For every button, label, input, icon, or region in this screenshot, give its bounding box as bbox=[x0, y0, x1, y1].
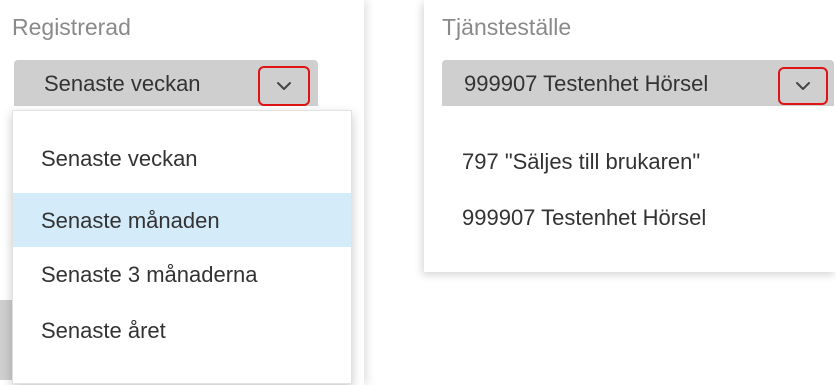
chevron-down-icon bbox=[277, 82, 291, 90]
option-label: Senaste månaden bbox=[41, 208, 220, 233]
tjanstestalle-label: Tjänsteställe bbox=[442, 14, 572, 40]
option-label: Senaste året bbox=[41, 318, 166, 343]
registrerad-menu: Senaste veckan Senaste månaden Senaste 3… bbox=[12, 110, 352, 384]
registrerad-option[interactable]: Senaste året bbox=[13, 303, 351, 357]
chevron-down-icon bbox=[796, 82, 810, 90]
registrerad-selected-value: Senaste veckan bbox=[44, 71, 201, 96]
registrerad-option[interactable]: Senaste 3 månaderna bbox=[13, 247, 351, 301]
tjanstestalle-select[interactable]: 999907 Testenhet Hörsel bbox=[442, 60, 834, 106]
tjanstestalle-panel: Tjänsteställe 999907 Testenhet Hörsel 79… bbox=[424, 0, 836, 272]
registrerad-option[interactable]: Senaste veckan bbox=[13, 131, 351, 185]
registrerad-option-highlighted[interactable]: Senaste månaden bbox=[13, 193, 351, 247]
registrerad-label: Registrerad bbox=[12, 14, 131, 40]
registrerad-select[interactable]: Senaste veckan bbox=[14, 60, 318, 106]
tjanstestalle-option[interactable]: 797 "Säljes till brukaren" bbox=[442, 134, 834, 188]
tjanstestalle-dropdown-toggle[interactable] bbox=[778, 67, 828, 105]
option-label: 999907 Testenhet Hörsel bbox=[462, 205, 707, 230]
option-label: Senaste 3 månaderna bbox=[41, 262, 258, 287]
tjanstestalle-option[interactable]: 999907 Testenhet Hörsel bbox=[442, 190, 834, 244]
registrerad-dropdown-toggle[interactable] bbox=[258, 66, 310, 106]
select-backdrop bbox=[0, 300, 12, 380]
tjanstestalle-selected-value: 999907 Testenhet Hörsel bbox=[464, 71, 709, 96]
tjanstestalle-menu: 797 "Säljes till brukaren" 999907 Testen… bbox=[442, 108, 834, 268]
option-label: 797 "Säljes till brukaren" bbox=[462, 149, 701, 174]
option-label: Senaste veckan bbox=[41, 146, 198, 171]
registrerad-panel: Registrerad Senaste veckan Senaste vecka… bbox=[0, 0, 364, 385]
